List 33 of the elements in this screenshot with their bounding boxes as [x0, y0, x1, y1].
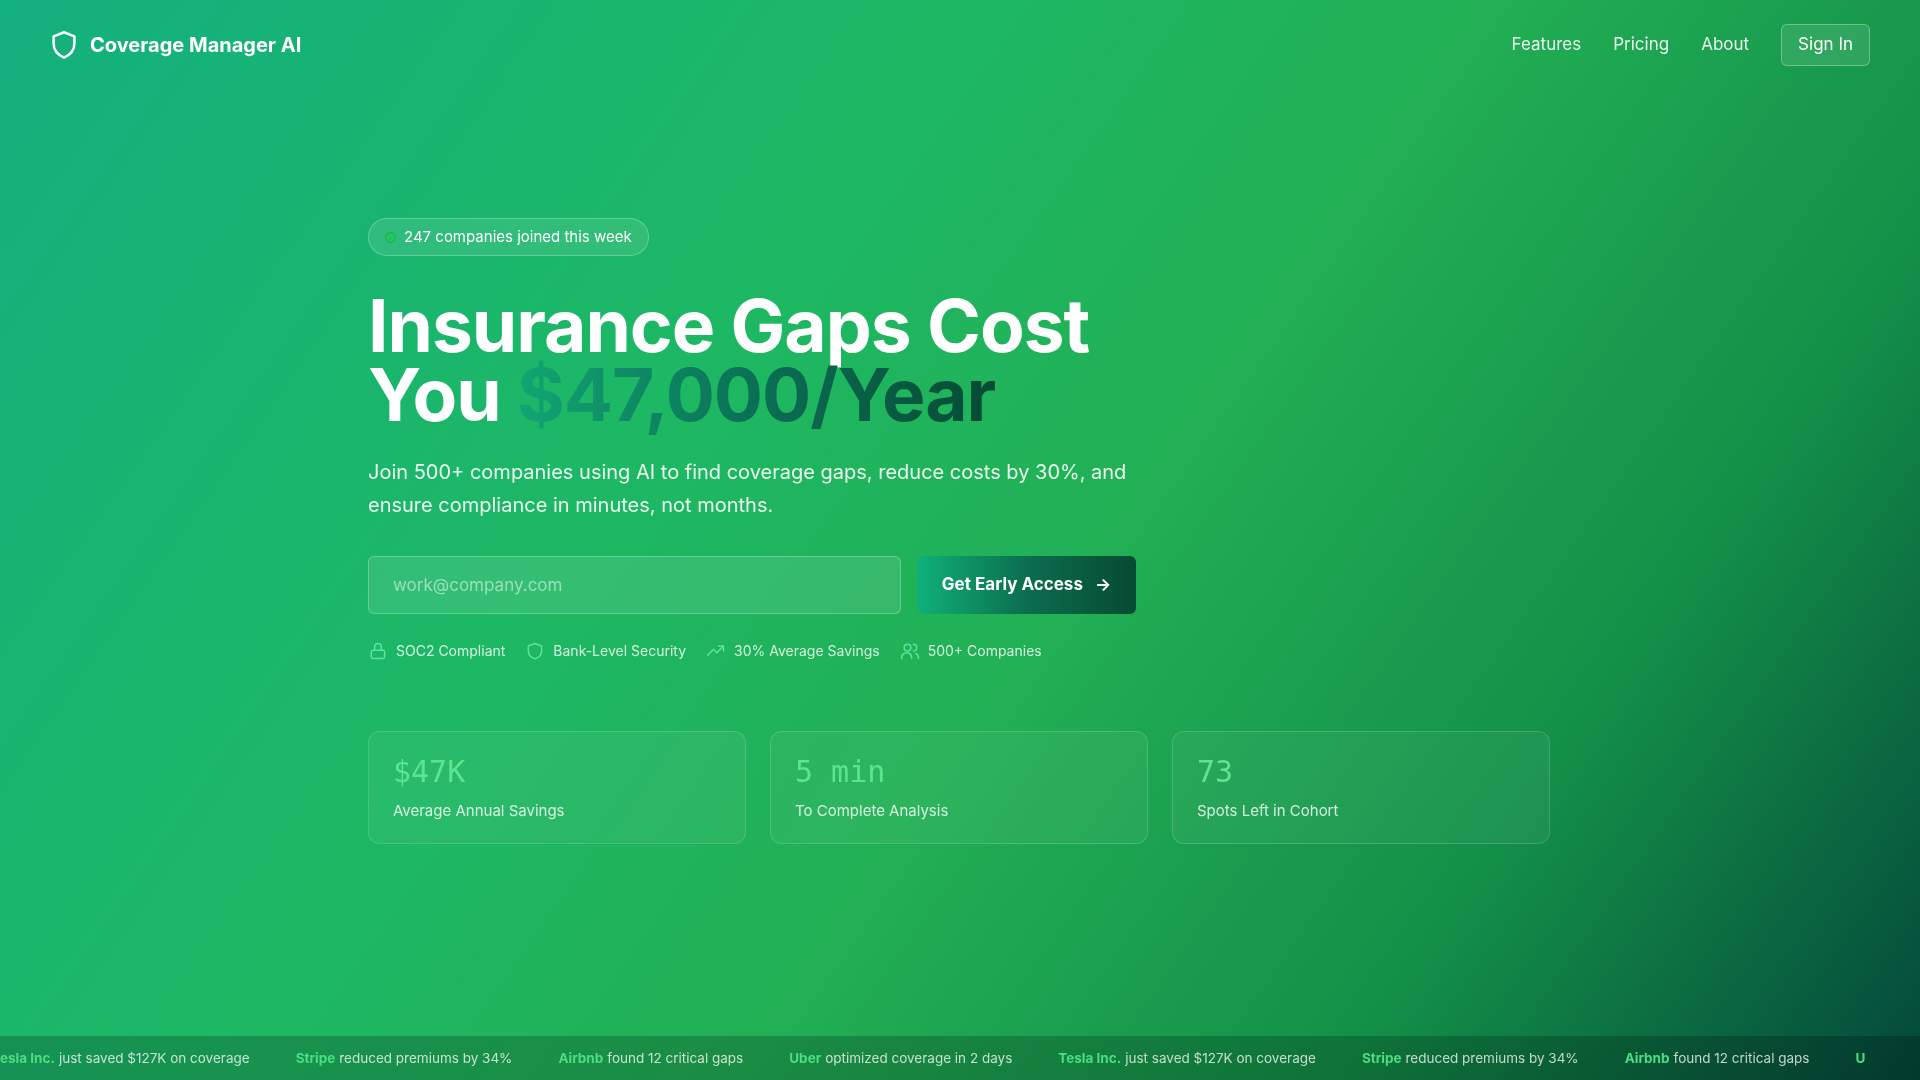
trust-label: Bank-Level Security	[553, 641, 687, 661]
ticker-text: optimized coverage in 2 days	[825, 1048, 1013, 1068]
company-name: Airbnb	[1624, 1048, 1670, 1068]
ticker-text: just saved $127K on coverage	[1125, 1048, 1316, 1068]
sign-in-button[interactable]: Sign In	[1781, 24, 1870, 66]
company-name: Stripe	[1361, 1048, 1402, 1068]
stat-label: To Complete Analysis	[795, 800, 950, 822]
nav-link[interactable]: Features	[1511, 32, 1582, 58]
company-name: Stripe	[295, 1048, 336, 1068]
subtitle: Join 500+ companies using AI to find coverage gaps, reduce costs by 30%, and ensure compliance in minutes, not months.	[368, 459, 1128, 519]
badge-text: 247 companies joined this week	[404, 225, 632, 248]
lock-icon	[368, 640, 388, 661]
trust-label: SOC2 Compliant	[396, 641, 506, 661]
company-name: Tesla Inc.	[1058, 1048, 1122, 1068]
company-name: Airbnb	[558, 1048, 604, 1068]
ticker-text: reduced premiums by 34%	[1405, 1048, 1579, 1068]
stat-value: 73	[1197, 754, 1235, 790]
nav-link[interactable]: About	[1701, 32, 1750, 58]
get-early-access-button[interactable]: Get Early Access →	[917, 556, 1136, 614]
company-name: esla Inc.	[0, 1048, 55, 1068]
brand-name: Coverage Manager AI	[90, 32, 302, 59]
trust-label: 30% Average Savings	[734, 641, 880, 661]
stat-label: Spots Left in Cohort	[1197, 800, 1340, 822]
ticker-text: reduced premiums by 34%	[339, 1048, 513, 1068]
nav-link[interactable]: Pricing	[1613, 32, 1670, 58]
ticker-text: just saved $127K on coverage	[58, 1048, 250, 1068]
trust-label: 500+ Companies	[927, 641, 1042, 661]
company-name: Uber	[789, 1048, 822, 1068]
stat-label: Average Annual Savings	[393, 800, 566, 822]
company-name: U	[1855, 1048, 1866, 1068]
ticker-text: found 12 critical gaps	[607, 1048, 744, 1068]
shield-logo-icon	[50, 30, 78, 60]
ticker-text: found 12 critical gaps	[1673, 1048, 1810, 1068]
